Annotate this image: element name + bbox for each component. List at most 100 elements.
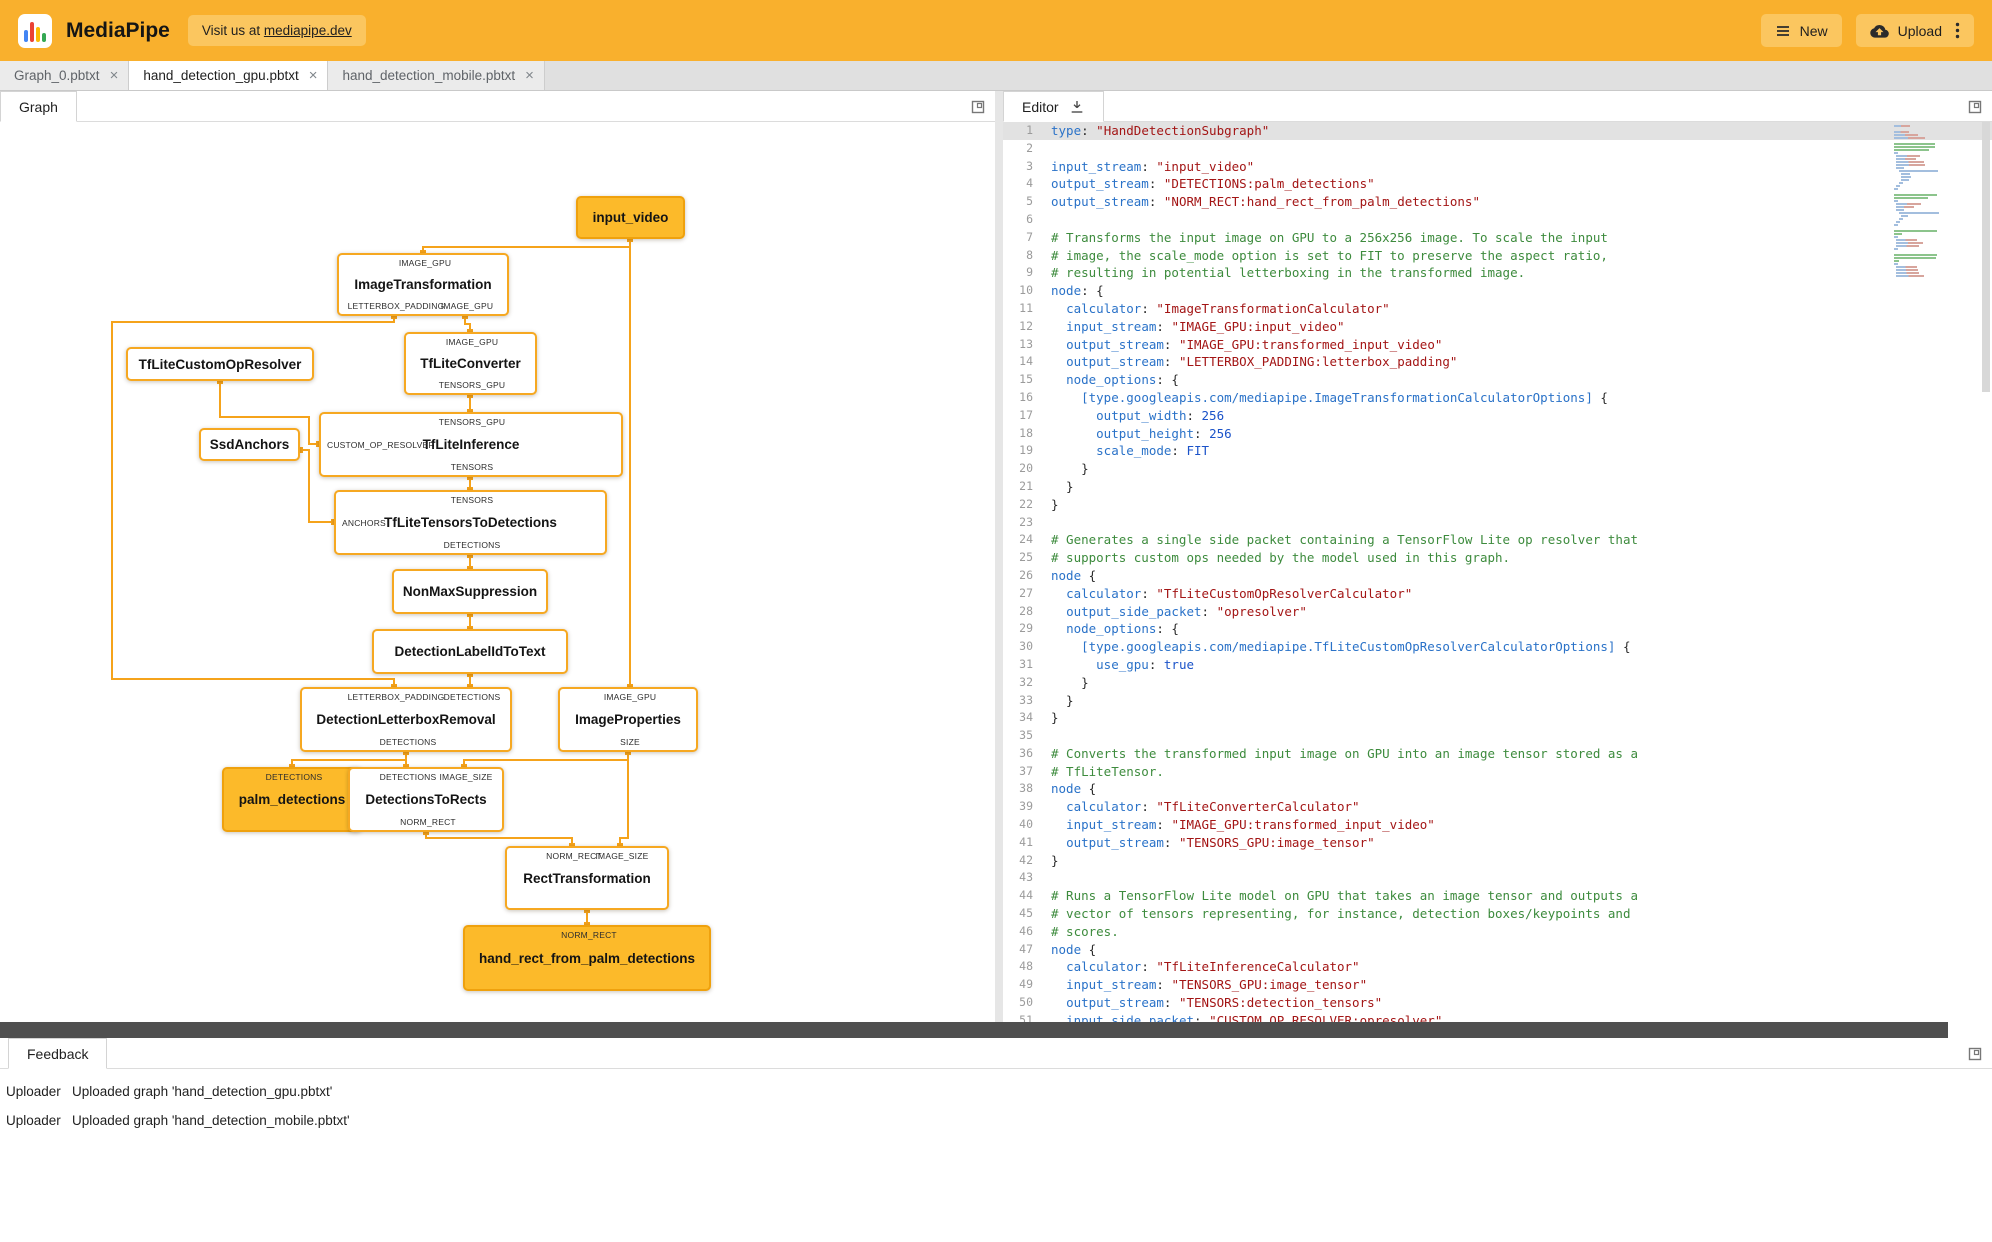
node-label: DetectionsToRects [365,792,487,807]
expand-editor-panel-icon[interactable] [1966,98,1984,116]
code-line-28[interactable]: 28 output_side_packet: "opresolver" [1003,603,1992,621]
code-line-33[interactable]: 33 } [1003,692,1992,710]
editor-minimap[interactable] [1892,125,1976,278]
feedback-tab[interactable]: Feedback [8,1038,108,1069]
code-line-24[interactable]: 24 # Generates a single side packet conta… [1003,531,1992,549]
code-line-7[interactable]: 7 # Transforms the input image on GPU to … [1003,229,1992,247]
graph-node-TfLiteTensorsToDetections[interactable]: TfLiteTensorsToDetections TENSORS ANCHORS D… [334,490,607,555]
editor-tab[interactable]: Editor [1003,91,1104,122]
close-tab-icon[interactable]: × [525,68,534,83]
download-graph-icon[interactable] [1069,99,1085,115]
new-button[interactable]: New [1760,14,1842,47]
file-tab-hand_detection_gpu.pbtxt[interactable]: hand_detection_gpu.pbtxt × [129,61,329,90]
code-line-3[interactable]: 3 input_stream: "input_video" [1003,158,1992,176]
code-line-15[interactable]: 15 node_options: { [1003,371,1992,389]
code-line-27[interactable]: 27 calculator: "TfLiteCustomOpResolverCa… [1003,585,1992,603]
graph-node-ImageTransformation[interactable]: ImageTransformation IMAGE_GPU LETTERBOX_PA… [337,253,509,316]
code-line-46[interactable]: 46 # scores. [1003,923,1992,941]
code-line-22[interactable]: 22} [1003,496,1992,514]
code-line-11[interactable]: 11 calculator: "ImageTransformationCalcu… [1003,300,1992,318]
code-line-19[interactable]: 19 scale_mode: FIT [1003,442,1992,460]
code-line-31[interactable]: 31 use_gpu: true [1003,656,1992,674]
port-label-IMAGE_SIZE: IMAGE_SIZE [595,851,649,861]
code-line-29[interactable]: 29 node_options: { [1003,620,1992,638]
code-line-48[interactable]: 48 calculator: "TfLiteInferenceCalculato… [1003,958,1992,976]
graph-canvas[interactable]: input_video ImageTransformation IMAGE_GPU L… [0,122,995,1022]
code-text: output_height: 256 [1096,425,1232,441]
code-line-10[interactable]: 10 node: { [1003,282,1992,300]
code-line-21[interactable]: 21 } [1003,478,1992,496]
code-line-40[interactable]: 40 input_stream: "IMAGE_GPU:transformed_… [1003,816,1992,834]
graph-node-hand_rect_from_palm_detections[interactable]: hand_rect_from_palm_detections NORM_RECT [463,925,711,991]
graph-node-DetectionLabelIdToText[interactable]: DetectionLabelIdToText [372,629,568,674]
editor-vertical-scrollbar[interactable] [1980,122,1992,1022]
code-line-30[interactable]: 30 [type.googleapis.com/mediapipe.TfLite… [1003,638,1992,656]
code-line-51[interactable]: 51 input_side_packet: "CUSTOM_OP_RESOLVE… [1003,1012,1992,1022]
code-line-20[interactable]: 20 } [1003,460,1992,478]
graph-node-ImageProperties[interactable]: ImageProperties IMAGE_GPU SIZE [558,687,698,752]
code-line-6[interactable]: 6 [1003,211,1992,229]
code-text: } [1051,674,1089,690]
graph-node-TfLiteInference[interactable]: TfLiteInference TENSORS_GPU CUSTOM_OP_RESO… [319,412,623,477]
code-line-23[interactable]: 23 [1003,514,1992,532]
graph-node-palm_detections[interactable]: palm_detections DETECTIONS [222,767,362,832]
code-line-5[interactable]: 5 output_stream: "NORM_RECT:hand_rect_fro… [1003,193,1992,211]
code-line-32[interactable]: 32 } [1003,674,1992,692]
graph-node-NonMaxSuppression[interactable]: NonMaxSuppression [392,569,548,614]
code-line-13[interactable]: 13 output_stream: "IMAGE_GPU:transformed… [1003,336,1992,354]
graph-node-TfLiteCustomOpResolver[interactable]: TfLiteCustomOpResolver [126,347,314,381]
code-line-39[interactable]: 39 calculator: "TfLiteConverterCalculato… [1003,798,1992,816]
code-line-49[interactable]: 49 input_stream: "TENSORS_GPU:image_tens… [1003,976,1992,994]
minimap-line [1896,206,1915,208]
graph-node-input_video[interactable]: input_video [576,196,685,239]
feedback-row: Uploader Uploaded graph 'hand_detection_m… [6,1106,1986,1135]
close-tab-icon[interactable]: × [309,68,318,83]
file-tab-hand_detection_mobile.pbtxt[interactable]: hand_detection_mobile.pbtxt × [328,61,545,90]
code-line-44[interactable]: 44 # Runs a TensorFlow Lite model on GPU … [1003,887,1992,905]
code-line-42[interactable]: 42} [1003,852,1992,870]
code-line-37[interactable]: 37 # TfLiteTensor. [1003,763,1992,781]
node-label: DetectionLetterboxRemoval [316,712,496,727]
visit-link-chip[interactable]: Visit us at mediapipe.dev [187,15,366,46]
file-tab-Graph_0.pbtxt[interactable]: Graph_0.pbtxt × [0,61,130,90]
vertical-scrollbar-thumb[interactable] [1982,122,1990,392]
expand-feedback-panel-icon[interactable] [1966,1045,1984,1063]
code-line-36[interactable]: 36 # Converts the transformed input image… [1003,745,1992,763]
code-line-2[interactable]: 2 [1003,140,1992,158]
mediapipe-dev-link[interactable]: mediapipe.dev [264,23,352,38]
code-line-4[interactable]: 4 output_stream: "DETECTIONS:palm_detecti… [1003,175,1992,193]
horizontal-scrollbar-thumb[interactable] [0,1022,1948,1038]
expand-graph-panel-icon[interactable] [969,98,987,116]
close-tab-icon[interactable]: × [110,68,119,83]
graph-node-DetectionLetterboxRemoval[interactable]: DetectionLetterboxRemoval LETTERBOX_PADDI… [300,687,512,752]
line-number: 39 [1019,799,1033,814]
code-line-18[interactable]: 18 output_height: 256 [1003,425,1992,443]
code-line-45[interactable]: 45 # vector of tensors representing, for … [1003,905,1992,923]
upload-menu-kebab[interactable] [1951,22,1960,39]
graph-node-TfLiteConverter[interactable]: TfLiteConverter IMAGE_GPU TENSORS_GPU [404,332,537,395]
code-line-50[interactable]: 50 output_stream: "TENSORS:detection_ten… [1003,994,1992,1012]
graph-tab[interactable]: Graph [0,91,77,122]
code-line-38[interactable]: 38 node { [1003,780,1992,798]
code-editor[interactable]: 1 type: "HandDetectionSubgraph" 2 3 input_st… [1003,122,1992,1022]
code-line-1[interactable]: 1 type: "HandDetectionSubgraph" [1003,122,1992,140]
code-line-25[interactable]: 25 # supports custom ops needed by the mo… [1003,549,1992,567]
graph-node-DetectionsToRects[interactable]: DetectionsToRects DETECTIONS IMAGE_SIZE NOR… [348,767,504,832]
code-line-41[interactable]: 41 output_stream: "TENSORS_GPU:image_ten… [1003,834,1992,852]
code-line-26[interactable]: 26 node { [1003,567,1992,585]
graph-node-RectTransformation[interactable]: RectTransformation NORM_RECT IMAGE_SIZE [505,846,669,910]
code-text: calculator: "TfLiteCustomOpResolverCalcu… [1066,585,1413,601]
code-line-8[interactable]: 8 # image, the scale_mode option is set t… [1003,247,1992,265]
line-number: 37 [1019,763,1033,778]
code-line-12[interactable]: 12 input_stream: "IMAGE_GPU:input_video" [1003,318,1992,336]
code-line-14[interactable]: 14 output_stream: "LETTERBOX_PADDING:let… [1003,353,1992,371]
upload-button[interactable]: Upload [1855,14,1974,47]
graph-node-SsdAnchors[interactable]: SsdAnchors [199,428,300,461]
code-line-43[interactable]: 43 [1003,869,1992,887]
code-line-47[interactable]: 47 node { [1003,941,1992,959]
code-line-17[interactable]: 17 output_width: 256 [1003,407,1992,425]
code-line-35[interactable]: 35 [1003,727,1992,745]
code-line-34[interactable]: 34} [1003,709,1992,727]
code-line-16[interactable]: 16 [type.googleapis.com/mediapipe.ImageT… [1003,389,1992,407]
code-line-9[interactable]: 9 # resulting in potential letterboxing i… [1003,264,1992,282]
